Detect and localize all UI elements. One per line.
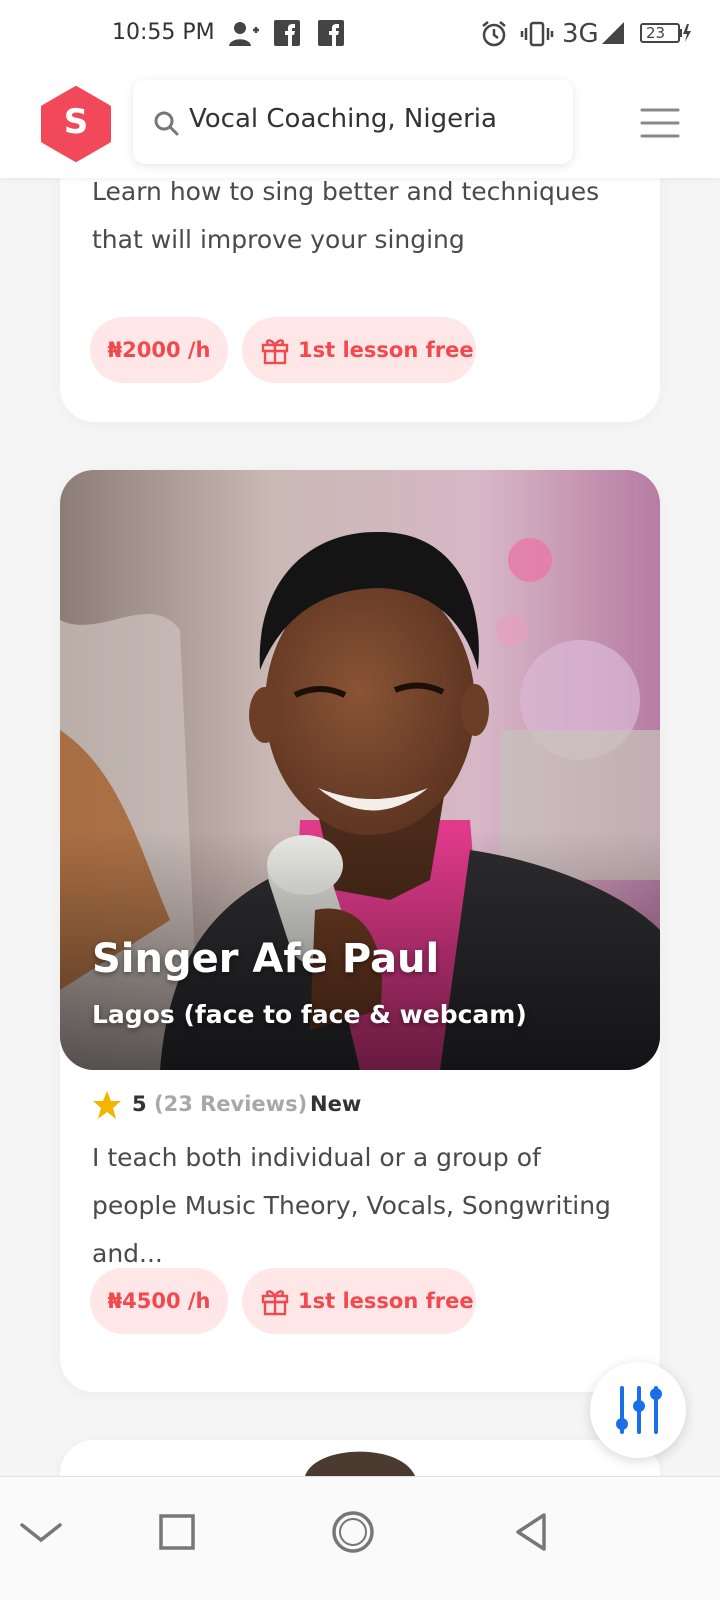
teacher-photo[interactable]: Singer Afe Paul Lagos (face to face & we… xyxy=(60,470,660,1070)
teacher-photo xyxy=(305,1451,415,1476)
vibrate-icon xyxy=(520,20,554,48)
search-icon xyxy=(154,111,179,136)
teacher-name: Singer Afe Paul xyxy=(92,936,440,982)
network-type: 3G xyxy=(562,19,599,49)
status-bar: 10:55 PM 3G 23 xyxy=(0,0,720,68)
back-icon[interactable] xyxy=(506,1507,556,1557)
hamburger-menu-icon[interactable] xyxy=(640,108,680,138)
free-lesson-label: 1st lesson free xyxy=(298,338,474,362)
recent-apps-icon[interactable] xyxy=(152,1507,202,1557)
facebook-icon xyxy=(274,20,300,48)
signal-icon xyxy=(600,20,626,48)
free-lesson-label: 1st lesson free xyxy=(298,1289,474,1313)
battery-level: 23 xyxy=(646,24,666,42)
app-logo[interactable]: S xyxy=(40,86,112,162)
gift-icon xyxy=(261,339,289,365)
teacher-card[interactable]: Singer Afe Paul Lagos (face to face & we… xyxy=(60,470,660,1392)
search-query: Vocal Coaching, Nigeria xyxy=(189,104,497,134)
battery-charging-icon: 23 xyxy=(640,20,692,48)
facebook-icon xyxy=(318,20,344,48)
review-count[interactable]: (23 Reviews) xyxy=(154,1092,307,1116)
filter-sliders-icon xyxy=(616,1386,662,1434)
search-input[interactable]: Vocal Coaching, Nigeria xyxy=(133,80,573,164)
teacher-description: I teach both individual or a group of pe… xyxy=(92,1143,611,1268)
teacher-description: Learn how to sing better and techniques … xyxy=(92,177,600,254)
filter-button[interactable] xyxy=(590,1362,686,1458)
alarm-icon xyxy=(480,20,508,48)
star-icon xyxy=(93,1091,121,1119)
price-badge: ₦4500 /h xyxy=(90,1268,228,1334)
gift-icon xyxy=(261,1290,289,1316)
teacher-location: Lagos (face to face & webcam) xyxy=(92,1000,527,1029)
home-icon[interactable] xyxy=(328,1507,378,1557)
chevron-down-icon[interactable] xyxy=(16,1507,66,1557)
status-time: 10:55 PM xyxy=(112,20,215,45)
free-lesson-badge: 1st lesson free xyxy=(242,317,476,383)
free-lesson-badge: 1st lesson free xyxy=(242,1268,476,1334)
price-badge: ₦2000 /h xyxy=(90,317,228,383)
app-header: S Vocal Coaching, Nigeria xyxy=(0,68,720,178)
logo-letter: S xyxy=(63,102,89,142)
new-badge: New xyxy=(310,1092,362,1116)
system-nav-bar xyxy=(0,1476,720,1600)
rating-value: 5 xyxy=(132,1092,147,1116)
add-person-icon xyxy=(228,20,260,48)
